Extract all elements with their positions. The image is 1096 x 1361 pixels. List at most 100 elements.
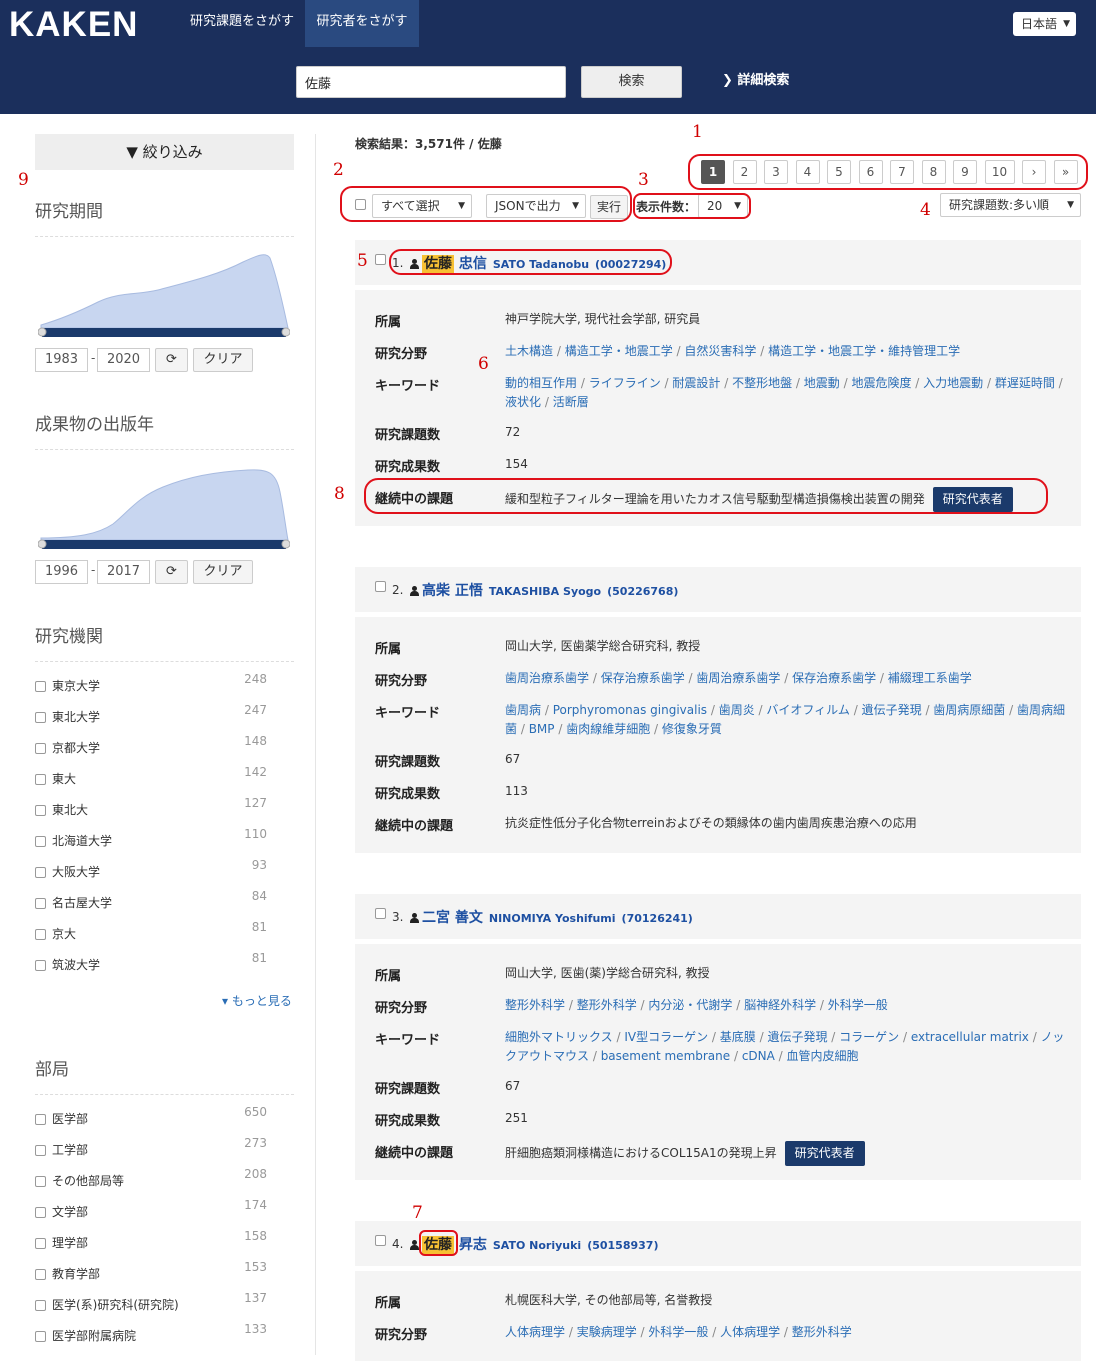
result-checkbox[interactable] xyxy=(375,1235,386,1246)
checkbox[interactable] xyxy=(35,898,46,909)
filter-item[interactable]: 東大 142 xyxy=(35,765,295,790)
field-link[interactable]: 整形外科学 xyxy=(577,998,637,1012)
keyword-link[interactable]: 血管内皮細胞 xyxy=(787,1049,859,1063)
field-link[interactable]: 人体病理学 xyxy=(720,1325,780,1339)
filter-item[interactable]: 理学部 158 xyxy=(35,1229,295,1254)
field-link[interactable]: 人体病理学 xyxy=(505,1325,565,1339)
checkbox[interactable] xyxy=(35,929,46,940)
refresh-icon[interactable]: ⟳ xyxy=(155,560,188,584)
period-clear-button[interactable]: クリア xyxy=(193,348,253,372)
show-more-link[interactable]: ▾ もっと見る xyxy=(222,992,292,1009)
checkbox[interactable] xyxy=(35,1269,46,1280)
keyword-link[interactable]: 遺伝子発現 xyxy=(862,703,922,717)
keyword-link[interactable]: 耐震設計 xyxy=(672,376,720,390)
keyword-link[interactable]: 不整形地盤 xyxy=(732,376,792,390)
result-checkbox[interactable] xyxy=(375,581,386,592)
checkbox[interactable] xyxy=(35,1207,46,1218)
filter-item[interactable]: 教育学部 153 xyxy=(35,1260,295,1285)
period-to-input[interactable]: 2020 xyxy=(97,348,150,372)
keyword-link[interactable]: 液状化 xyxy=(505,395,541,409)
checkbox[interactable] xyxy=(35,1331,46,1342)
researcher-name-link[interactable]: 二宮 善文 NINOMIYA Yoshifumi (70126241) xyxy=(410,907,693,927)
checkbox[interactable] xyxy=(35,743,46,754)
search-button[interactable]: 検索 xyxy=(581,66,682,98)
checkbox[interactable] xyxy=(35,712,46,723)
keyword-link[interactable]: コラーゲン xyxy=(839,1030,899,1044)
ongoing-title[interactable]: 肝細胞癌類洞様構造におけるCOL15A1の発現上昇 xyxy=(505,1146,777,1160)
filter-item[interactable]: 東京大学 248 xyxy=(35,672,295,697)
field-link[interactable]: 構造工学・地震工学 xyxy=(565,344,673,358)
field-link[interactable]: 整形外科学 xyxy=(505,998,565,1012)
filter-item[interactable]: 東北大学 247 xyxy=(35,703,295,728)
checkbox[interactable] xyxy=(35,1238,46,1249)
keyword-link[interactable]: 修復象牙質 xyxy=(662,722,722,736)
keyword-link[interactable]: cDNA xyxy=(742,1049,775,1063)
field-link[interactable]: 外科学一般 xyxy=(828,998,888,1012)
keyword-link[interactable]: 細胞外マトリックス xyxy=(505,1030,613,1044)
checkbox[interactable] xyxy=(35,836,46,847)
tab-search-researchers[interactable]: 研究者をさがす xyxy=(305,0,419,47)
filter-item[interactable]: 京大 81 xyxy=(35,920,295,945)
filter-item[interactable]: 筑波大学 81 xyxy=(35,951,295,976)
field-link[interactable]: 脳神経外科学 xyxy=(744,998,816,1012)
keyword-link[interactable]: 地震動 xyxy=(804,376,840,390)
keyword-link[interactable]: ライフライン xyxy=(589,376,661,390)
checkbox[interactable] xyxy=(35,867,46,878)
checkbox[interactable] xyxy=(35,681,46,692)
keyword-link[interactable]: 動的相互作用 xyxy=(505,376,577,390)
filter-item[interactable]: 大阪大学 93 xyxy=(35,858,295,883)
keyword-link[interactable]: BMP xyxy=(529,722,555,736)
filter-item[interactable]: 医学部附属病院 133 xyxy=(35,1322,295,1347)
filter-toggle-button[interactable]: ▼ 絞り込み xyxy=(35,134,294,170)
refresh-icon[interactable]: ⟳ xyxy=(155,348,188,372)
filter-item[interactable]: 京都大学 148 xyxy=(35,734,295,759)
field-link[interactable]: 歯周治療系歯学 xyxy=(696,671,780,685)
checkbox[interactable] xyxy=(35,1114,46,1125)
keyword-link[interactable]: 歯周病原細菌 xyxy=(933,703,1005,717)
kaken-logo[interactable]: KAKEN xyxy=(9,5,138,45)
keyword-link[interactable]: 歯肉線維芽細胞 xyxy=(566,722,650,736)
field-link[interactable]: 自然災害科学 xyxy=(684,344,756,358)
advanced-search-link[interactable]: ❯ 詳細検索 xyxy=(722,69,789,88)
filter-item[interactable]: 文学部 174 xyxy=(35,1198,295,1223)
period-from-input[interactable]: 1983 xyxy=(35,348,88,372)
result-checkbox[interactable] xyxy=(375,254,386,265)
field-link[interactable]: 内分泌・代謝学 xyxy=(648,998,732,1012)
keyword-link[interactable]: 群遅延時間 xyxy=(995,376,1055,390)
pubyear-from-input[interactable]: 1996 xyxy=(35,560,88,584)
keyword-link[interactable]: Porphyromonas gingivalis xyxy=(553,703,707,717)
filter-item[interactable]: 医学部 650 xyxy=(35,1105,295,1130)
checkbox[interactable] xyxy=(35,774,46,785)
field-link[interactable]: 実験病理学 xyxy=(577,1325,637,1339)
result-checkbox[interactable] xyxy=(375,908,386,919)
tab-search-projects[interactable]: 研究課題をさがす xyxy=(180,0,304,47)
checkbox[interactable] xyxy=(35,1176,46,1187)
filter-item[interactable]: 北海道大学 110 xyxy=(35,827,295,852)
field-link[interactable]: 歯周治療系歯学 xyxy=(505,671,589,685)
field-link[interactable]: 補綴理工系歯学 xyxy=(888,671,972,685)
field-link[interactable]: 保存治療系歯学 xyxy=(792,671,876,685)
field-link[interactable]: 土木構造 xyxy=(505,344,553,358)
filter-item[interactable]: 工学部 273 xyxy=(35,1136,295,1161)
ongoing-title[interactable]: 抗炎症性低分子化合物terreinおよびその類縁体の歯内歯周疾患治療への応用 xyxy=(505,816,917,830)
keyword-link[interactable]: 入力地震動 xyxy=(923,376,983,390)
keyword-link[interactable]: 歯周病 xyxy=(505,703,541,717)
checkbox[interactable] xyxy=(35,1145,46,1156)
checkbox[interactable] xyxy=(35,1300,46,1311)
filter-item[interactable]: 医学(系)研究科(研究院) 137 xyxy=(35,1291,295,1316)
filter-item[interactable]: 東北大 127 xyxy=(35,796,295,821)
keyword-link[interactable]: 歯周炎 xyxy=(719,703,755,717)
field-link[interactable]: 外科学一般 xyxy=(648,1325,708,1339)
field-link[interactable]: 保存治療系歯学 xyxy=(601,671,685,685)
filter-item[interactable]: その他部局等 208 xyxy=(35,1167,295,1192)
keyword-link[interactable]: basement membrane xyxy=(601,1049,730,1063)
sort-select[interactable]: 研究課題数:多い順 ▼ xyxy=(940,193,1081,217)
keyword-link[interactable]: 地震危険度 xyxy=(851,376,911,390)
field-link[interactable]: 整形外科学 xyxy=(792,1325,852,1339)
keyword-link[interactable]: IV型コラーゲン xyxy=(624,1030,708,1044)
search-input[interactable]: 佐藤 xyxy=(296,66,566,98)
filter-item[interactable]: 名古屋大学 84 xyxy=(35,889,295,914)
language-select[interactable]: 日本語 ▼ xyxy=(1013,12,1076,36)
field-link[interactable]: 構造工学・地震工学・維持管理工学 xyxy=(768,344,960,358)
keyword-link[interactable]: バイオフィルム xyxy=(766,703,850,717)
